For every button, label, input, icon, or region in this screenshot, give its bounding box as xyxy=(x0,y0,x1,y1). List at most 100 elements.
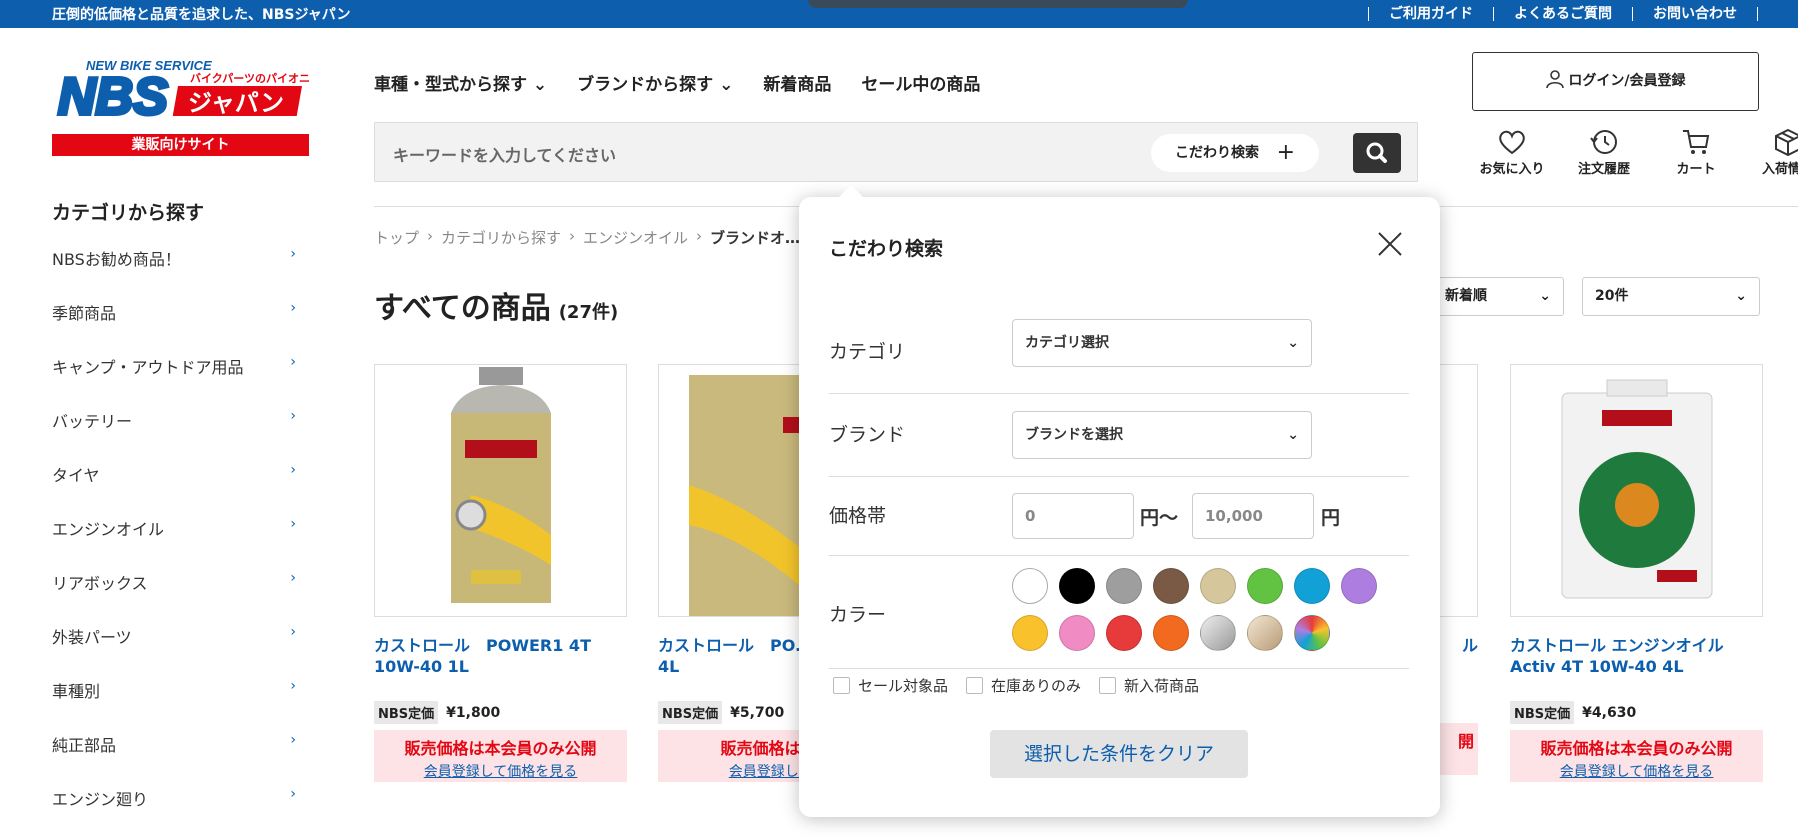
sidebar-title: カテゴリから探す xyxy=(52,202,205,224)
color-swatch[interactable] xyxy=(1153,615,1189,651)
color-swatch[interactable] xyxy=(1294,568,1330,604)
sidebar-item[interactable]: 季節商品 › xyxy=(52,300,296,354)
sidebar-item[interactable]: 車種別 › xyxy=(52,678,296,732)
business-site-badge: 業販向けサイト xyxy=(52,134,309,156)
sidebar-item[interactable]: バッテリー › xyxy=(52,408,296,462)
register-link[interactable]: 会員登録して価格を見る xyxy=(1510,761,1763,781)
nav-new[interactable]: 新着商品 xyxy=(763,70,831,95)
product-price: NBS定価 ¥4,630 xyxy=(1510,701,1763,724)
member-notice: 販売価格は本会員のみ公開 会員登録して価格を見る xyxy=(1510,730,1763,782)
nbs-logo-icon: NEW BIKE SERVICE NBS NBS バイクパーツのパイオニア ジャ… xyxy=(56,58,310,122)
chevron-right-icon: › xyxy=(290,624,296,640)
color-swatch[interactable] xyxy=(1247,615,1283,651)
brand-select[interactable]: ブランドを選択 ⌄ xyxy=(1012,411,1312,459)
chevron-down-icon: ⌄ xyxy=(1287,335,1299,351)
nav-brand[interactable]: ブランドから探す ⌄ xyxy=(577,70,733,95)
sidebar-item[interactable]: NBSお勧め商品！ › xyxy=(52,246,296,300)
nav-vehicle[interactable]: 車種・型式から探す ⌄ xyxy=(374,70,547,95)
contact-link[interactable]: お問い合わせ xyxy=(1632,7,1757,21)
register-link[interactable]: 会員登録して価格を見る xyxy=(374,761,627,781)
search-icon xyxy=(1366,142,1387,163)
login-button[interactable]: ログイン/会員登録 xyxy=(1472,52,1759,111)
chevron-right-icon: › xyxy=(290,246,296,262)
breadcrumb-oil[interactable]: エンジンオイル xyxy=(583,227,688,248)
search-button[interactable] xyxy=(1353,133,1401,173)
history-icon xyxy=(1590,130,1617,154)
item-count: (27件) xyxy=(558,302,619,323)
heart-icon xyxy=(1499,130,1525,155)
site-logo[interactable]: NEW BIKE SERVICE NBS NBS バイクパーツのパイオニア ジャ… xyxy=(52,52,310,156)
top-links: ご利用ガイド よくあるご質問 お問い合わせ xyxy=(1368,0,1798,28)
guide-link[interactable]: ご利用ガイド xyxy=(1368,7,1493,21)
chevron-right-icon: › xyxy=(290,462,296,478)
cart-button[interactable]: カート xyxy=(1650,128,1742,177)
color-swatch[interactable] xyxy=(1200,615,1236,651)
color-swatch[interactable] xyxy=(1247,568,1283,604)
yen-label: 円 xyxy=(1321,507,1341,529)
order-history-button[interactable]: 注文履歴 xyxy=(1558,128,1650,177)
color-swatch[interactable] xyxy=(1106,568,1142,604)
color-swatch[interactable] xyxy=(1294,615,1330,651)
svg-text:バイクパーツのパイオニア: バイクパーツのパイオニア xyxy=(190,72,310,85)
product-name[interactable]: カストロール POWER1 4T 10W-40 1L xyxy=(374,635,627,679)
color-swatch[interactable] xyxy=(1059,615,1095,651)
advanced-search-button[interactable]: こだわり検索 + xyxy=(1151,134,1319,172)
chevron-right-icon: › xyxy=(696,227,703,245)
color-swatch[interactable] xyxy=(1012,615,1048,651)
color-swatch[interactable] xyxy=(1106,615,1142,651)
category-label: カテゴリ xyxy=(829,341,906,363)
per-page-select[interactable]: 20件 ⌄ xyxy=(1582,277,1760,316)
checkbox[interactable] xyxy=(833,677,850,694)
sidebar-item[interactable]: エンジン廻り › xyxy=(52,786,296,840)
product-image[interactable] xyxy=(374,364,627,617)
product-price: NBS定価 ¥1,800 xyxy=(374,701,627,724)
sidebar-item[interactable]: リアボックス › xyxy=(52,570,296,624)
new-arrival-checkbox[interactable]: 新入荷商品 xyxy=(1099,675,1199,696)
oil-can-image xyxy=(1561,379,1712,599)
category-row: カテゴリ カテゴリ選択 ⌄ xyxy=(829,307,1409,394)
product-card[interactable]: カストロール エンジンオイル Activ 4T 10W-40 4L NBS定価 ¥… xyxy=(1510,364,1763,782)
price-label: 価格帯 xyxy=(829,505,887,527)
chevron-right-icon: › xyxy=(290,786,296,802)
sidebar-item[interactable]: キャンプ・アウトドア用品 › xyxy=(52,354,296,408)
plus-icon: + xyxy=(1276,140,1295,165)
svg-text:NBS: NBS xyxy=(58,68,168,122)
product-card[interactable]: カストロール POWER1 4T 10W-40 1L NBS定価 ¥1,800 販… xyxy=(374,364,627,782)
color-swatch[interactable] xyxy=(1012,568,1048,604)
close-icon[interactable] xyxy=(1377,231,1403,257)
chevron-right-icon: › xyxy=(290,300,296,316)
sidebar-item[interactable]: タイヤ › xyxy=(52,462,296,516)
color-swatch[interactable] xyxy=(1059,568,1095,604)
sort-select[interactable]: 新着順 ⌄ xyxy=(1432,277,1564,316)
favorites-button[interactable]: お気に入り xyxy=(1466,128,1558,177)
sidebar-item[interactable]: 外装パーツ › xyxy=(52,624,296,678)
checkbox[interactable] xyxy=(1099,677,1116,694)
box-icon xyxy=(1775,128,1798,156)
sale-checkbox[interactable]: セール対象品 xyxy=(833,675,948,696)
category-select[interactable]: カテゴリ選択 ⌄ xyxy=(1012,319,1312,367)
chevron-right-icon: › xyxy=(569,227,576,245)
faq-link[interactable]: よくあるご質問 xyxy=(1493,7,1632,21)
top-bar: 圧倒的低価格と品質を追求した、NBSジャパン ご利用ガイド よくあるご質問 お問… xyxy=(0,0,1798,28)
sidebar-item[interactable]: 純正部品 › xyxy=(52,732,296,786)
svg-text:ジャパン: ジャパン xyxy=(188,89,284,117)
price-max-input[interactable]: 10,000 xyxy=(1192,493,1314,539)
chevron-down-icon: ⌄ xyxy=(719,75,734,95)
chevron-down-icon: ⌄ xyxy=(1735,288,1747,304)
product-name[interactable]: カストロール エンジンオイル Activ 4T 10W-40 4L xyxy=(1510,635,1763,679)
product-image[interactable] xyxy=(1510,364,1763,617)
nav-sale[interactable]: セール中の商品 xyxy=(861,70,980,95)
arrival-info-button[interactable]: 入荷情報 xyxy=(1742,128,1798,177)
search-input[interactable]: キーワードを入力してください xyxy=(393,142,616,166)
color-swatch[interactable] xyxy=(1341,568,1377,604)
price-min-input[interactable]: 0 xyxy=(1012,493,1134,539)
checkbox[interactable] xyxy=(966,677,983,694)
search-bar: キーワードを入力してください こだわり検索 + xyxy=(374,122,1418,182)
breadcrumb-category[interactable]: カテゴリから探す xyxy=(441,227,561,248)
color-swatch[interactable] xyxy=(1200,568,1236,604)
clear-conditions-button[interactable]: 選択した条件をクリア xyxy=(990,730,1248,778)
sidebar-item[interactable]: エンジンオイル › xyxy=(52,516,296,570)
breadcrumb-top[interactable]: トップ xyxy=(374,227,419,248)
in-stock-checkbox[interactable]: 在庫ありのみ xyxy=(966,675,1081,696)
color-swatch[interactable] xyxy=(1153,568,1189,604)
